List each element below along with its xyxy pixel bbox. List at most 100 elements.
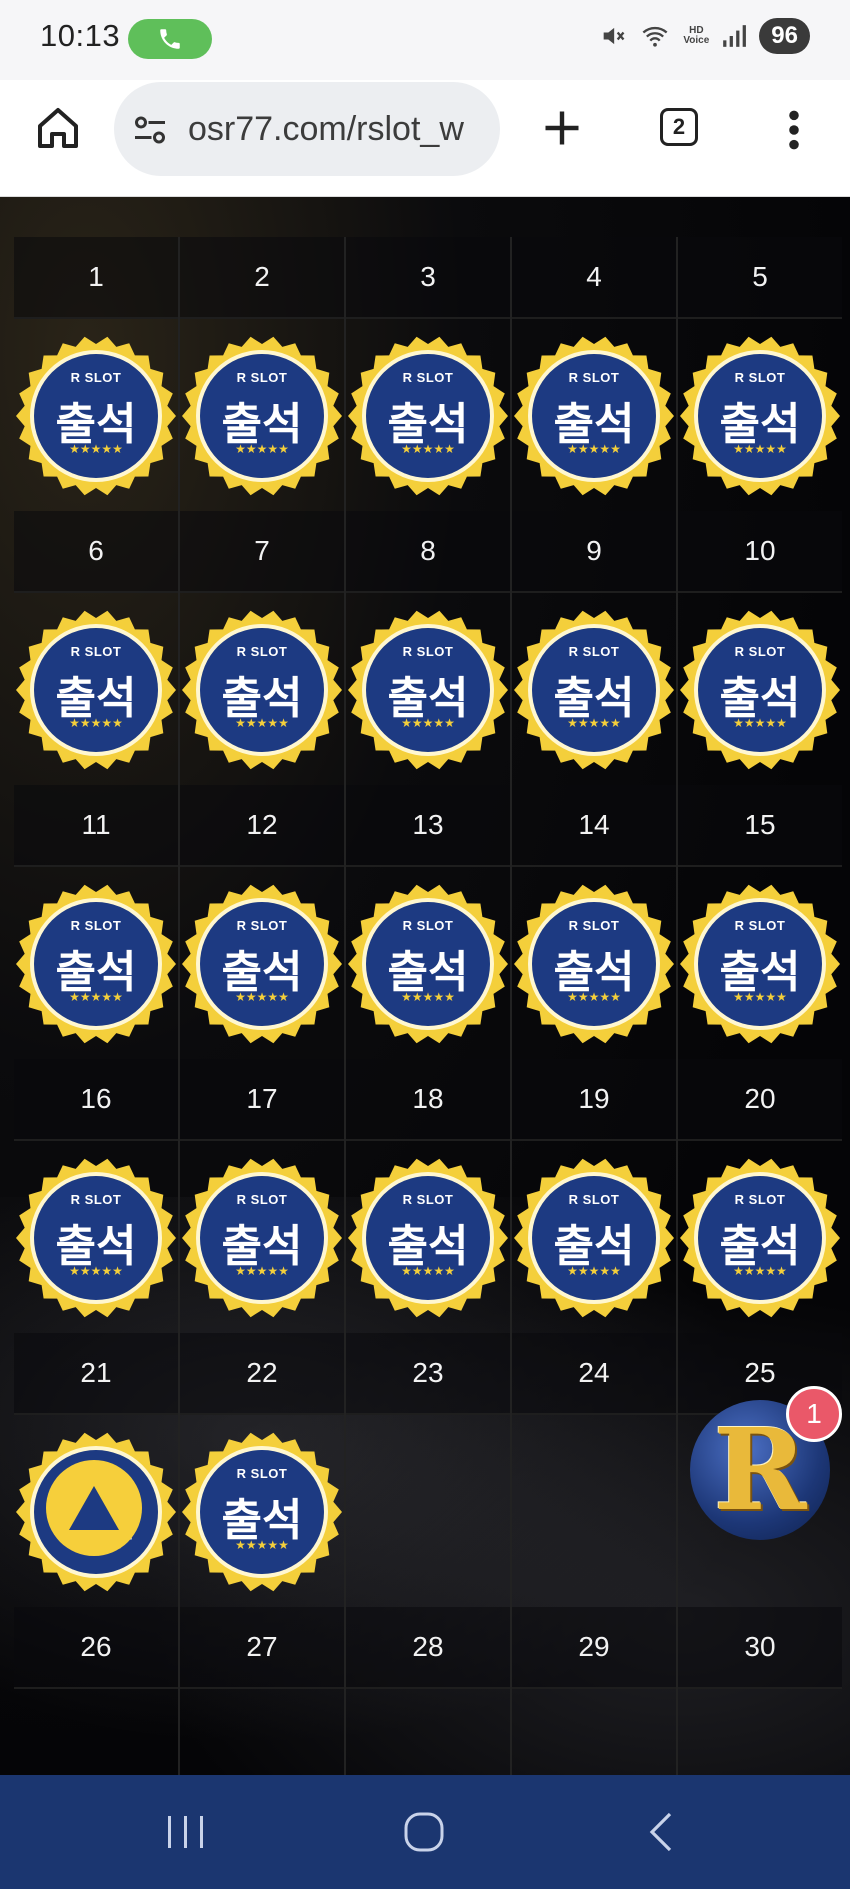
ongoing-call-pill[interactable] [128, 19, 212, 59]
status-time: 10:13 [40, 18, 121, 53]
attendance-stamp-icon: R SLOT출석★★★★★ [346, 334, 510, 498]
scroll-top-button[interactable] [46, 1460, 142, 1556]
day-number: 9 [512, 511, 676, 593]
calendar-day-23[interactable]: 23 [346, 1333, 512, 1607]
attendance-stamp-icon: R SLOT출석★★★★★ [678, 334, 842, 498]
stamp-brand: R SLOT [236, 644, 288, 659]
stamp-area: R SLOT출석★★★★★ [512, 593, 676, 787]
stamp-brand: R SLOT [70, 370, 122, 385]
attendance-stamp-icon: R SLOT출석★★★★★ [678, 1156, 842, 1320]
home-nav-button[interactable] [394, 1805, 454, 1859]
recent-apps-button[interactable] [156, 1805, 216, 1859]
attendance-stamp-icon: R SLOT출석★★★★★ [512, 608, 676, 772]
day-number: 15 [678, 785, 842, 867]
notification-badge: 1 [786, 1386, 842, 1442]
attendance-stamp-icon: R SLOT출석★★★★★ [512, 1156, 676, 1320]
stamp-brand: R SLOT [734, 918, 786, 933]
calendar-day-20[interactable]: 20 R SLOT 출석 ★★★★★ [678, 1059, 842, 1333]
calendar-day-1[interactable]: 1 R SLOT 출석 ★★★★★ [14, 237, 180, 511]
browser-toolbar: osr77.com/rslot_w 2 [0, 80, 850, 197]
calendar-day-27[interactable]: 27 [180, 1607, 346, 1775]
calendar-day-19[interactable]: 19 R SLOT 출석 ★★★★★ [512, 1059, 678, 1333]
stamp-brand: R SLOT [70, 644, 122, 659]
calendar-day-16[interactable]: 16 R SLOT 출석 ★★★★★ [14, 1059, 180, 1333]
tab-count: 2 [672, 114, 686, 139]
address-bar[interactable]: osr77.com/rslot_w [114, 82, 500, 176]
calendar-day-28[interactable]: 28 [346, 1607, 512, 1775]
stamp-brand: R SLOT [402, 918, 454, 933]
stamp-stars: ★★★★★ [567, 1264, 621, 1278]
calendar-day-30[interactable]: 30 [678, 1607, 842, 1775]
stamp-area [678, 1689, 842, 1775]
stamp-area: R SLOT출석★★★★★ [180, 1415, 344, 1609]
attendance-stamp-icon: R SLOT출석★★★★★ [678, 608, 842, 772]
url-text[interactable]: osr77.com/rslot_w [188, 110, 488, 149]
day-number: 24 [512, 1333, 676, 1415]
calendar-day-26[interactable]: 26 [14, 1607, 180, 1775]
calendar-day-12[interactable]: 12 R SLOT 출석 ★★★★★ [180, 785, 346, 1059]
day-number: 21 [14, 1333, 178, 1415]
tab-switcher-button[interactable]: 2 [660, 108, 698, 146]
stamp-brand: R SLOT [236, 918, 288, 933]
calendar-day-29[interactable]: 29 [512, 1607, 678, 1775]
attendance-stamp-icon: R SLOT출석★★★★★ [512, 882, 676, 1046]
calendar-day-13[interactable]: 13 R SLOT 출석 ★★★★★ [346, 785, 512, 1059]
calendar-day-8[interactable]: 8 R SLOT 출석 ★★★★★ [346, 511, 512, 785]
calendar-day-3[interactable]: 3 R SLOT 출석 ★★★★★ [346, 237, 512, 511]
calendar-day-17[interactable]: 17 R SLOT 출석 ★★★★★ [180, 1059, 346, 1333]
stamp-area: R SLOT출석★★★★★ [180, 1141, 344, 1335]
stamp-brand: R SLOT [734, 370, 786, 385]
calendar-day-9[interactable]: 9 R SLOT 출석 ★★★★★ [512, 511, 678, 785]
attendance-stamp-icon: R SLOT출석★★★★★ [346, 1156, 510, 1320]
day-number: 26 [14, 1607, 178, 1689]
calendar-day-5[interactable]: 5 R SLOT 출석 ★★★★★ [678, 237, 842, 511]
calendar-day-6[interactable]: 6 R SLOT 출석 ★★★★★ [14, 511, 180, 785]
battery-level: 96 [759, 18, 810, 54]
home-button[interactable] [34, 104, 82, 152]
site-settings-icon[interactable] [132, 112, 168, 148]
calendar-day-14[interactable]: 14 R SLOT 출석 ★★★★★ [512, 785, 678, 1059]
stamp-area: R SLOT출석★★★★★ [180, 319, 344, 513]
back-button[interactable] [632, 1805, 692, 1859]
stamp-stars: ★★★★★ [235, 1264, 289, 1278]
stamp-brand: R SLOT [734, 1192, 786, 1207]
stamp-stars: ★★★★★ [69, 716, 123, 730]
stamp-area [346, 1415, 510, 1609]
calendar-day-10[interactable]: 10 R SLOT 출석 ★★★★★ [678, 511, 842, 785]
calendar-day-22[interactable]: 22 R SLOT 출석 ★★★★★ [180, 1333, 346, 1607]
stamp-brand: R SLOT [402, 644, 454, 659]
more-menu-button[interactable] [782, 108, 806, 152]
stamp-stars: ★★★★★ [235, 442, 289, 456]
attendance-stamp-icon: R SLOT출석★★★★★ [512, 334, 676, 498]
day-number: 13 [346, 785, 510, 867]
attendance-stamp-icon: R SLOT출석★★★★★ [346, 608, 510, 772]
stamp-brand: R SLOT [70, 1192, 122, 1207]
mute-icon [604, 27, 625, 45]
day-number: 18 [346, 1059, 510, 1141]
day-number: 20 [678, 1059, 842, 1141]
day-number: 6 [14, 511, 178, 593]
day-number: 4 [512, 237, 676, 319]
stamp-area: R SLOT출석★★★★★ [180, 593, 344, 787]
stamp-area [180, 1689, 344, 1775]
stamp-brand: R SLOT [236, 1192, 288, 1207]
calendar-day-2[interactable]: 2 R SLOT 출석 ★★★★★ [180, 237, 346, 511]
calendar-day-7[interactable]: 7 R SLOT 출석 ★★★★★ [180, 511, 346, 785]
attendance-stamp-icon: R SLOT출석★★★★★ [678, 882, 842, 1046]
attendance-stamp-icon: R SLOT출석★★★★★ [180, 1156, 344, 1320]
stamp-area [512, 1415, 676, 1609]
day-number: 16 [14, 1059, 178, 1141]
calendar-day-15[interactable]: 15 R SLOT 출석 ★★★★★ [678, 785, 842, 1059]
stamp-stars: ★★★★★ [69, 1264, 123, 1278]
calendar-day-11[interactable]: 11 R SLOT 출석 ★★★★★ [14, 785, 180, 1059]
wifi-icon [642, 26, 668, 47]
calendar-day-4[interactable]: 4 R SLOT 출석 ★★★★★ [512, 237, 678, 511]
stamp-area: R SLOT출석★★★★★ [14, 593, 178, 787]
signal-icon [723, 25, 747, 47]
day-number: 19 [512, 1059, 676, 1141]
recent-apps-icon [168, 1816, 203, 1848]
new-tab-button[interactable] [540, 106, 584, 150]
calendar-day-18[interactable]: 18 R SLOT 출석 ★★★★★ [346, 1059, 512, 1333]
calendar-day-24[interactable]: 24 [512, 1333, 678, 1607]
stamp-stars: ★★★★★ [567, 442, 621, 456]
